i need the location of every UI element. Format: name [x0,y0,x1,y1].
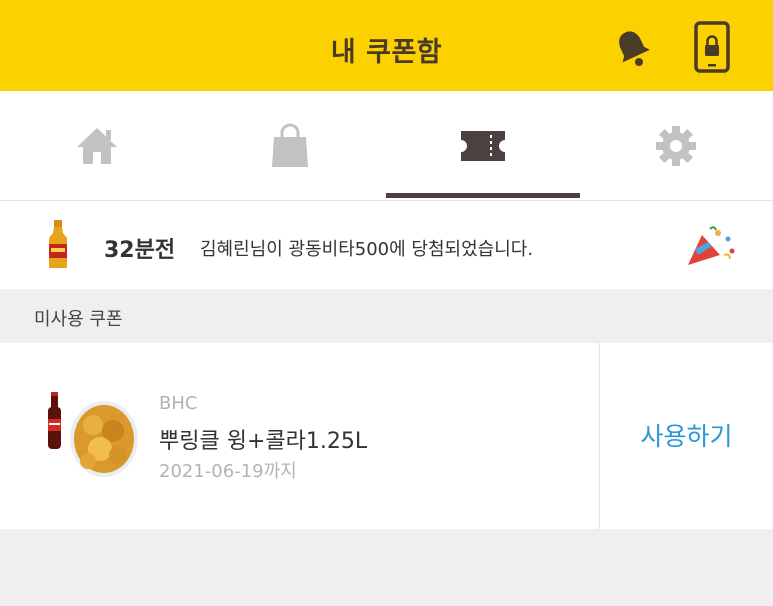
tab-settings[interactable] [579,91,772,200]
phone-lock-icon[interactable] [693,21,731,73]
winner-notice: 32분전 김혜린님이 광동비타500에 당첨되었습니다. [0,201,773,289]
page-title: 내 쿠폰함 [330,37,443,68]
coupon-card[interactable]: BHC 뿌링클 윙+콜라1.25L 2021-06-19까지 사용하기 [0,343,773,529]
app-header: 내 쿠폰함 [0,0,773,91]
active-tab-indicator [386,193,580,198]
home-icon [76,127,117,164]
shopping-bag-icon [271,123,308,167]
bell-icon[interactable] [612,27,652,67]
unused-coupons-section-header: 미사용 쿠폰 [0,289,773,343]
tab-coupon[interactable] [386,91,579,200]
use-coupon-button[interactable]: 사용하기 [600,417,773,453]
coupon-name: 뿌링클 윙+콜라1.25L [159,429,368,454]
gear-icon [655,125,696,166]
notice-message: 김혜린님이 광동비타500에 당첨되었습니다. [200,239,534,260]
party-popper-icon [688,226,735,265]
tab-shop[interactable] [193,91,386,200]
coupon-expiry: 2021-06-19까지 [159,461,297,482]
coupon-brand: BHC [159,393,198,414]
vita500-bottle-icon [49,220,67,268]
notice-time: 32분전 [104,238,176,263]
tab-home[interactable] [0,91,193,200]
ticket-icon [460,130,505,161]
chicken-and-cola-image [48,392,138,477]
tab-bar [0,91,773,201]
section-title: 미사용 쿠폰 [34,309,123,330]
